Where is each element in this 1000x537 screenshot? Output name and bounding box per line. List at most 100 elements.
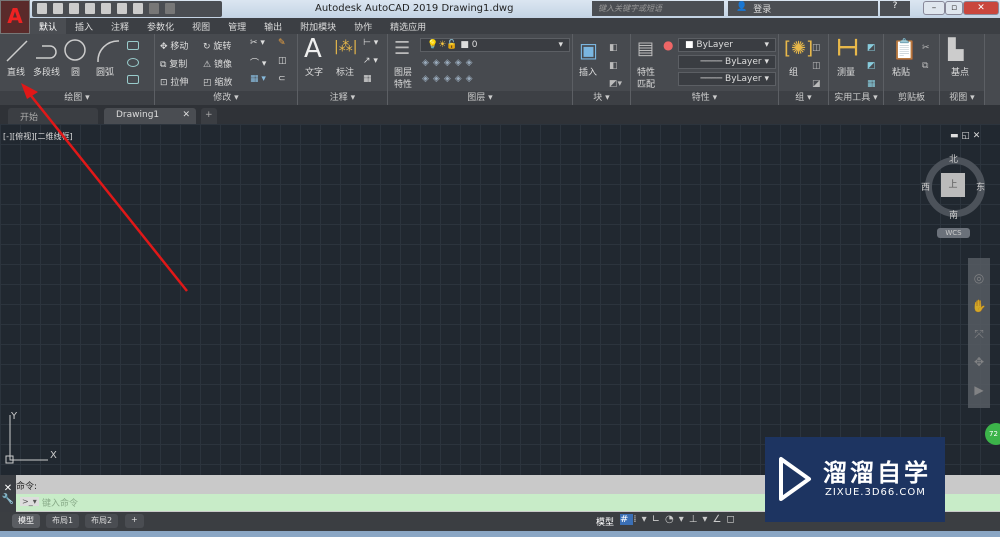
dimension-button[interactable]: 标注 (336, 65, 354, 78)
color-dropdown[interactable]: ■ ByLayer ▾ (678, 38, 776, 52)
mirror-button[interactable]: ⚠ 镜像 (203, 57, 232, 70)
paste-icon: 📋 (892, 37, 917, 61)
compass-west[interactable]: 西 (921, 180, 930, 193)
maximize-button[interactable]: ▫ (945, 1, 963, 15)
groups-panel: [✺] 组 ◫ ◫ ◪ 组 ▾ (779, 34, 829, 105)
leader-icon[interactable]: ↗ ▾ (363, 56, 378, 66)
user-icon: 👤 (736, 2, 748, 12)
viewcube-top-face[interactable]: 上 (941, 173, 965, 197)
utilities-panel: ┣━┫ 测量 ◩ ◩ ▦ 实用工具 ▾ (829, 34, 884, 105)
close-button[interactable]: ✕ (963, 1, 999, 15)
command-history: 命令: (16, 482, 38, 492)
color-wheel-icon: ● (663, 38, 674, 52)
measure-icon: ┣━┫ (835, 40, 861, 56)
watermark: 溜溜自学 ZIXUE.3D66.COM (765, 437, 945, 522)
tab-featured-apps[interactable]: 精选应用 (381, 18, 435, 34)
compass-south[interactable]: 南 (949, 208, 958, 221)
tab-output[interactable]: 输出 (255, 18, 291, 34)
command-window-controls[interactable]: ✕ 🔧 (0, 475, 16, 512)
compass-east[interactable]: 东 (976, 180, 985, 193)
view-panel-label[interactable]: 视图 ▾ (940, 91, 984, 105)
clipboard-panel: 📋 粘贴 ✂ ⧉ 剪贴板 (884, 34, 940, 105)
utility-tools-icons[interactable]: ◩ ◩ ▦ (867, 39, 876, 93)
performance-badge[interactable]: 72 (985, 423, 1000, 445)
watermark-url: ZIXUE.3D66.COM (825, 487, 926, 498)
help-button[interactable]: ? (880, 1, 910, 16)
insert-button[interactable]: 插入 (579, 65, 597, 78)
close-icon: ✕ (3, 483, 13, 494)
properties-panel-label[interactable]: 特性 ▾ (631, 91, 778, 105)
command-prompt-icon[interactable]: >_▾ (20, 497, 39, 506)
window-title: Autodesk AutoCAD 2019 Drawing1.dwg (315, 3, 514, 14)
annotation-panel: A 文字 |⁂| 标注 ⊢ ▾ ↗ ▾ ▦ 注释 ▾ (298, 34, 388, 105)
block-panel: ▣ 插入 ◧ ◧ ◩▾ 块 ▾ (573, 34, 631, 105)
block-panel-label[interactable]: 块 ▾ (573, 91, 630, 105)
layer-tools-icons[interactable]: ◈◈◈◈◈ (422, 58, 477, 68)
block-tools-icons[interactable]: ◧ ◧ ◩▾ (609, 39, 622, 93)
lineweight-dropdown[interactable]: ──── ByLayer ▾ (678, 72, 776, 86)
group-button[interactable]: 组 (789, 65, 798, 78)
layers-panel-label[interactable]: 图层 ▾ (388, 91, 572, 105)
bulb-icon: 💡☀🔓 (427, 40, 458, 50)
search-input[interactable]: 键入关键字或短语 (592, 1, 724, 16)
model-space-button[interactable]: 模型 (596, 515, 614, 528)
watermark-name: 溜溜自学 (823, 459, 931, 487)
viewport-window-controls[interactable]: ▬ ◱ ✕ (950, 131, 980, 141)
annotation-panel-label[interactable]: 注释 ▾ (298, 91, 387, 105)
red-arrow-annotation (21, 83, 188, 292)
customize-icon: 🔧 (1, 494, 15, 505)
wcs-menu[interactable]: WCS (937, 228, 970, 238)
orbit-icon: ✥ (973, 355, 985, 369)
utilities-panel-label[interactable]: 实用工具 ▾ (829, 91, 883, 105)
base-point-icon: ▙ (948, 37, 964, 61)
compass-north[interactable]: 北 (949, 152, 958, 165)
base-point-button[interactable]: 基点 (951, 65, 969, 78)
rotate-button[interactable]: ↻ 旋转 (203, 39, 231, 52)
groups-panel-label[interactable]: 组 ▾ (779, 91, 828, 105)
scale-button[interactable]: ◰ 缩放 (203, 75, 232, 88)
zoom-icon: ⤧ (974, 327, 984, 341)
trim-icon[interactable]: ✂ ▾ (250, 38, 265, 48)
minimize-button[interactable]: – (923, 1, 945, 15)
watermark-logo-icon (779, 457, 811, 501)
clipboard-panel-label[interactable]: 剪贴板 (884, 91, 939, 105)
paste-button[interactable]: 粘贴 (892, 65, 910, 78)
group-icon: [✺] (784, 38, 814, 59)
layout-tab-layout1[interactable]: 布局1 (46, 514, 80, 528)
status-toggle-icons[interactable]: #⁞▾∟◔▾⊥▾∠◻ (620, 514, 740, 525)
layer-tools-icons-2[interactable]: ◈◈◈◈◈ (422, 74, 477, 84)
match-properties-label2[interactable]: 匹配 (637, 77, 655, 90)
text-icon: A (304, 34, 322, 64)
properties-panel: ▤ 特性 匹配 ● ■ ByLayer ▾ ──── ByLayer ▾ ────… (631, 34, 779, 105)
linetype-dropdown[interactable]: ──── ByLayer ▾ (678, 55, 776, 69)
measure-button[interactable]: 测量 (837, 65, 855, 78)
layout-tab-layout2[interactable]: 布局2 (85, 514, 119, 528)
ucs-y-label: Y (11, 411, 18, 422)
layer-properties-icon: ☰ (394, 38, 411, 59)
layout-tab-model[interactable]: 模型 (12, 514, 40, 528)
array-icon[interactable]: ▦ ▾ (250, 74, 266, 84)
tab-addins[interactable]: 附加模块 (291, 18, 345, 34)
fillet-icon[interactable]: ⌒ ▾ (250, 56, 266, 69)
sign-in-button[interactable]: 👤 登录 (728, 1, 878, 16)
layer-dropdown[interactable]: 💡☀🔓 ■ 0 ▾ (420, 38, 570, 52)
layers-panel: ☰ 图层 特性 💡☀🔓 ■ 0 ▾ ◈◈◈◈◈ ◈◈◈◈◈ 图层 ▾ (388, 34, 573, 105)
new-tab-button[interactable]: + (201, 108, 217, 124)
table-icon[interactable]: ▦ (363, 74, 372, 84)
linear-icon[interactable]: ⊢ ▾ (363, 38, 378, 48)
explode-icon[interactable]: ◫ (278, 56, 287, 66)
clipboard-tools-icons[interactable]: ✂ ⧉ (922, 39, 930, 75)
tab-manage[interactable]: 管理 (219, 18, 255, 34)
navigation-bar[interactable]: ◎ ✋ ⤧ ✥ ▶ (968, 258, 990, 408)
tab-collaborate[interactable]: 协作 (345, 18, 381, 34)
erase-icon[interactable]: ✎ (278, 38, 286, 48)
insert-icon: ▣ (579, 38, 598, 62)
group-tools-icons[interactable]: ◫ ◫ ◪ (812, 39, 821, 93)
view-panel: ▙ 基点 视图 ▾ (940, 34, 985, 105)
ucs-x-label: X (50, 450, 57, 461)
sign-in-label: 登录 (753, 5, 772, 15)
offset-icon[interactable]: ⊂ (278, 74, 286, 84)
add-layout-button[interactable]: + (125, 514, 144, 528)
layer-properties-label2[interactable]: 特性 (394, 77, 412, 90)
text-button[interactable]: 文字 (305, 65, 323, 78)
